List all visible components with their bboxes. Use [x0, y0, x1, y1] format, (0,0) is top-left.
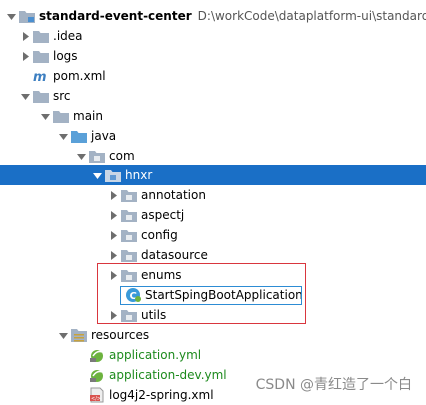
tree-node-hnxr[interactable]: hnxr [0, 165, 426, 185]
package-icon [120, 247, 138, 263]
tree-node-utils[interactable]: utils [0, 305, 426, 325]
tree-node-annotation[interactable]: annotation [0, 185, 426, 205]
tree-node-label: enums [141, 268, 182, 282]
tree-node-start-application[interactable]: C StartSpingBootApplication [0, 285, 426, 305]
tree-node-label: StartSpingBootApplication [145, 288, 303, 302]
tree-node-label: logs [53, 49, 78, 63]
tree-node-logs[interactable]: logs [0, 46, 426, 66]
tree-node-label: java [91, 129, 117, 143]
tree-node-src[interactable]: src [0, 86, 426, 106]
tree-node-label: standard-event-center [39, 9, 192, 23]
tree-node-label: utils [141, 308, 167, 322]
tree-node-enums[interactable]: enums [0, 265, 426, 285]
chevron-down-icon[interactable] [38, 106, 52, 126]
tree-node-config[interactable]: config [0, 225, 426, 245]
chevron-down-icon[interactable] [74, 146, 88, 166]
source-folder-icon [70, 128, 88, 144]
tree-node-com[interactable]: com [0, 146, 426, 166]
tree-node-label: application-dev.yml [109, 368, 227, 382]
folder-icon [32, 28, 50, 44]
tree-node-label: annotation [141, 188, 206, 202]
chevron-right-icon[interactable] [106, 185, 120, 205]
tree-node-label: aspectj [141, 208, 185, 222]
package-icon [120, 207, 138, 223]
chevron-down-icon[interactable] [56, 126, 70, 146]
tree-node-pom[interactable]: m pom.xml [0, 66, 426, 86]
chevron-right-icon[interactable] [106, 205, 120, 225]
tree-node-label: application.yml [109, 348, 202, 362]
tree-node-label: src [53, 89, 71, 103]
spring-config-icon [88, 367, 106, 383]
tree-node-aspectj[interactable]: aspectj [0, 205, 426, 225]
tree-node-resources[interactable]: resources [0, 325, 426, 345]
xml-file-icon: </> [88, 387, 106, 403]
tree-node-label: log4j2-spring.xml [109, 388, 214, 402]
tree-node-label: resources [91, 328, 150, 342]
package-icon [104, 167, 122, 183]
chevron-right-icon[interactable] [106, 265, 120, 285]
package-icon [120, 187, 138, 203]
tree-node-label: pom.xml [53, 69, 106, 83]
svg-text:m: m [33, 70, 47, 83]
chevron-down-icon[interactable] [90, 165, 104, 185]
tree-node-label: config [141, 228, 178, 242]
tree-node-root[interactable]: standard-event-center D:\workCode\datapl… [0, 6, 426, 26]
chevron-down-icon[interactable] [4, 6, 18, 26]
project-path: D:\workCode\dataplatform-ui\standard-e [197, 9, 426, 23]
package-icon [120, 267, 138, 283]
tree-node-idea[interactable]: .idea [0, 26, 426, 46]
chevron-down-icon[interactable] [18, 86, 32, 106]
tree-node-label: hnxr [125, 168, 153, 182]
watermark: CSDN @青红造了一个白 [255, 377, 412, 393]
tree-node-application-yml[interactable]: application.yml [0, 345, 426, 365]
tree-node-label: main [73, 109, 103, 123]
chevron-right-icon[interactable] [18, 46, 32, 66]
spring-config-icon [88, 347, 106, 363]
chevron-right-icon[interactable] [106, 245, 120, 265]
project-tree: standard-event-center D:\workCode\datapl… [0, 0, 426, 404]
tree-node-main[interactable]: main [0, 106, 426, 126]
package-icon [120, 227, 138, 243]
package-icon [88, 148, 106, 164]
tree-node-label: .idea [53, 29, 83, 43]
svg-text:</>: </> [91, 396, 101, 402]
maven-icon: m [32, 68, 50, 84]
chevron-right-icon[interactable] [106, 305, 120, 325]
folder-icon [52, 108, 70, 124]
folder-icon [32, 48, 50, 64]
package-icon [120, 307, 138, 323]
tree-node-label: datasource [141, 248, 208, 262]
resources-folder-icon [70, 327, 88, 343]
chevron-right-icon[interactable] [106, 225, 120, 245]
tree-node-java[interactable]: java [0, 126, 426, 146]
folder-icon [32, 88, 50, 104]
spring-boot-class-icon: C [124, 287, 142, 303]
module-folder-icon [18, 8, 36, 24]
tree-node-datasource[interactable]: datasource [0, 245, 426, 265]
chevron-down-icon[interactable] [56, 325, 70, 345]
chevron-right-icon[interactable] [18, 26, 32, 46]
tree-node-label: com [109, 149, 135, 163]
